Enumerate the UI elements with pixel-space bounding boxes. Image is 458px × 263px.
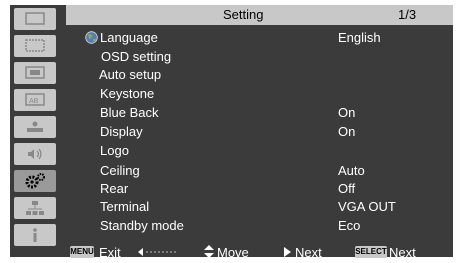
- page-title: Setting: [223, 7, 264, 22]
- menu-item-value: On: [338, 124, 356, 139]
- globe-icon: [85, 31, 98, 44]
- exit-label: Exit: [99, 245, 121, 260]
- monitor-icon[interactable]: [14, 8, 56, 30]
- next-label: Next: [295, 245, 322, 260]
- left-arrow-icon: [138, 248, 176, 256]
- menu-item[interactable]: Ceiling: [100, 163, 140, 178]
- menu-item-value: Auto: [338, 163, 365, 178]
- menu-item[interactable]: Blue Back: [100, 105, 159, 120]
- setting-gear-icon[interactable]: [14, 170, 56, 192]
- menu-key-button[interactable]: MENU: [70, 246, 94, 258]
- image-adjust-icon[interactable]: AB: [14, 89, 56, 111]
- screen-icon[interactable]: [14, 116, 56, 138]
- menu-item[interactable]: Auto setup: [99, 67, 161, 82]
- menu-item[interactable]: Terminal: [100, 199, 149, 214]
- menu-item[interactable]: Standby mode: [100, 218, 184, 233]
- sidebar: AB: [10, 5, 60, 257]
- pc-adjust-icon[interactable]: [14, 35, 56, 57]
- sound-icon[interactable]: [14, 143, 56, 165]
- menu-item[interactable]: Rear: [100, 181, 128, 196]
- menu-item[interactable]: Language: [100, 30, 158, 45]
- menu-item-value: VGA OUT: [338, 199, 396, 214]
- move-label: Move: [217, 245, 249, 260]
- menu-item[interactable]: Keystone: [100, 86, 154, 101]
- svg-text:AB: AB: [29, 98, 39, 105]
- up-down-arrow-icon: [204, 245, 214, 258]
- network-icon[interactable]: [14, 197, 56, 219]
- select-next-label: Next: [389, 245, 416, 260]
- page-indicator: 1/3: [398, 7, 417, 22]
- menu-item[interactable]: OSD setting: [101, 49, 171, 64]
- select-key-button[interactable]: SELECT: [355, 246, 387, 258]
- info-icon[interactable]: [14, 224, 56, 246]
- menu-item-value: English: [338, 30, 381, 45]
- menu-item-value: On: [338, 105, 356, 120]
- right-arrow-icon: [284, 247, 291, 257]
- menu-item-value: Eco: [338, 218, 361, 233]
- image-select-icon[interactable]: [14, 62, 56, 84]
- menu-item[interactable]: Display: [100, 124, 143, 139]
- menu-item[interactable]: Logo: [100, 143, 129, 158]
- menu-item-value: Off: [338, 181, 356, 196]
